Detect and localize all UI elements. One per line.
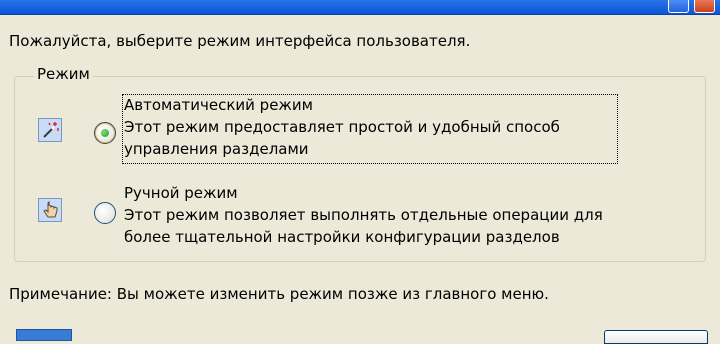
manual-mode-title: Ручной режим (124, 184, 238, 202)
magic-wand-icon (38, 118, 62, 142)
manual-mode-option[interactable]: Ручной режим Этот режим позволяет выполн… (124, 182, 603, 248)
automatic-mode-option[interactable]: Автоматический режим Этот режим предоста… (122, 94, 618, 164)
note-text: Примечание: Вы можете изменить режим поз… (9, 285, 549, 303)
radio-selected-dot (101, 129, 109, 137)
mode-group-legend: Режим (34, 65, 93, 83)
app-logo (16, 329, 72, 341)
dialog-prompt: Пожалуйста, выберите режим интерфейса по… (9, 32, 471, 50)
automatic-mode-radio[interactable] (94, 122, 116, 144)
manual-mode-description-line1: Этот режим позволяет выполнять отдельные… (124, 206, 603, 224)
manual-mode-radio[interactable] (94, 202, 116, 224)
focus-rectangle (122, 94, 618, 164)
close-button[interactable] (694, 0, 715, 13)
ok-button[interactable] (604, 330, 708, 344)
help-button[interactable] (668, 0, 689, 13)
title-bar[interactable] (0, 0, 720, 15)
manual-mode-description-line2: более тщательной настройки конфигурации … (124, 228, 560, 246)
hand-pointer-icon (38, 198, 62, 222)
